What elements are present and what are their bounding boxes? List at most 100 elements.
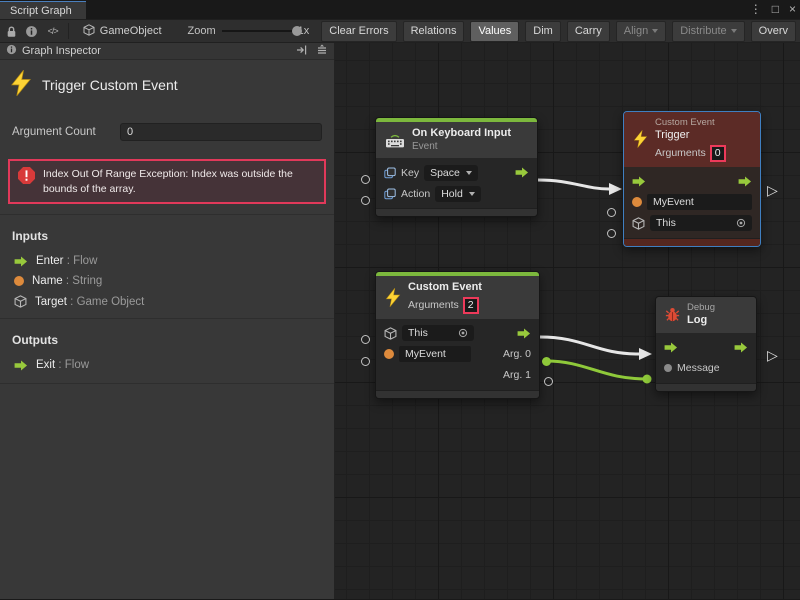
node-footer[interactable]	[624, 238, 760, 246]
flow-output-port[interactable]	[515, 167, 529, 178]
node-footer[interactable]	[376, 208, 537, 216]
section-divider	[0, 383, 334, 384]
flow-input-port[interactable]	[632, 176, 646, 187]
align-label: Align	[624, 25, 648, 37]
node-body: Key Space Action Hold	[376, 158, 537, 208]
graph-toolbar: </> GameObject Zoom 1x Clear Errors Rela…	[0, 19, 800, 43]
relations-button[interactable]: Relations	[403, 21, 465, 42]
code-icon[interactable]: </>	[45, 22, 60, 40]
distribute-button[interactable]: Distribute	[672, 21, 744, 42]
menu-icon[interactable]: ⋮	[750, 1, 762, 17]
port-connected[interactable]	[542, 357, 551, 366]
node-footer[interactable]	[376, 390, 539, 398]
port-row-enter: Enter : Flow	[0, 251, 334, 271]
node-header: Custom Event Trigger Arguments 0	[624, 112, 760, 167]
options-icon[interactable]	[316, 44, 328, 59]
caret-down-icon	[652, 29, 658, 33]
argument-count-field[interactable]: 0	[710, 145, 726, 162]
port[interactable]	[361, 357, 370, 366]
relation-arrow-icon: ▷	[767, 347, 778, 364]
node-custom-event[interactable]: Custom Event Arguments 2 This	[375, 271, 540, 399]
close-icon[interactable]: ×	[789, 1, 796, 17]
node-header: Custom Event Arguments 2	[376, 276, 539, 319]
overview-button[interactable]: Overv	[751, 21, 796, 42]
dock-icon[interactable]	[296, 44, 308, 59]
port-row-name: Name : String	[0, 271, 334, 291]
node-trigger-custom-event[interactable]: Custom Event Trigger Arguments 0	[623, 111, 761, 247]
cube-icon	[83, 24, 95, 39]
string-port-icon	[632, 197, 642, 207]
lightning-bolt-icon	[385, 288, 401, 307]
node-category: Custom Event	[655, 117, 726, 129]
maximize-icon[interactable]: □	[772, 1, 779, 17]
zoom-slider-thumb[interactable]	[292, 26, 302, 36]
inputs-header: Inputs	[0, 214, 334, 251]
outputs-header: Outputs	[0, 318, 334, 355]
port[interactable]	[361, 175, 370, 184]
lightning-bolt-icon	[633, 130, 648, 148]
zoom-label: Zoom	[188, 25, 216, 37]
argument-count-field[interactable]: 2	[463, 297, 479, 314]
gameobject-label: GameObject	[100, 25, 162, 37]
values-button[interactable]: Values	[470, 21, 519, 42]
node-debug-log[interactable]: Debug Log Message	[655, 296, 757, 392]
action-label: Action	[401, 188, 430, 200]
graph-inspector-panel: Graph Inspector Trigger Custom Event Arg…	[0, 43, 335, 599]
node-on-keyboard-input[interactable]: On Keyboard Input Event Key Space	[375, 117, 538, 217]
node-footer[interactable]	[656, 383, 756, 391]
unit-title-row: Trigger Custom Event	[0, 60, 334, 111]
port[interactable]	[544, 377, 553, 386]
gameobject-port-icon	[14, 295, 27, 308]
dim-button[interactable]: Dim	[525, 21, 561, 42]
key-dropdown[interactable]: Space	[424, 165, 478, 181]
node-body: Message	[656, 333, 756, 383]
info-icon[interactable]	[25, 22, 40, 40]
node-title: Trigger	[655, 129, 726, 143]
node-category: Debug	[687, 302, 715, 314]
caret-down-icon	[731, 29, 737, 33]
object-picker-icon[interactable]	[736, 218, 746, 228]
align-button[interactable]: Align	[616, 21, 666, 42]
lock-icon[interactable]	[4, 22, 19, 40]
argument-count-row: Argument Count	[0, 111, 334, 145]
event-name-field[interactable]: MyEvent	[399, 346, 471, 362]
info-icon	[6, 44, 17, 58]
gameobject-button[interactable]: GameObject	[77, 22, 168, 41]
action-value: Hold	[441, 188, 463, 200]
target-dropdown[interactable]: This	[402, 325, 474, 341]
toolbar-divider	[68, 23, 69, 39]
unit-title: Trigger Custom Event	[42, 77, 178, 93]
clear-errors-button[interactable]: Clear Errors	[321, 21, 396, 42]
error-message-text: Index Out Of Range Exception: Index was …	[43, 167, 316, 196]
port[interactable]	[361, 335, 370, 344]
zoom-slider[interactable]	[222, 24, 292, 38]
event-name-field[interactable]: MyEvent	[647, 194, 752, 210]
port[interactable]	[607, 229, 616, 238]
flow-output-port[interactable]	[517, 328, 531, 339]
port-row-target: Target : Game Object	[0, 291, 334, 312]
node-title: On Keyboard Input	[412, 127, 511, 141]
graph-canvas[interactable]: On Keyboard Input Event Key Space	[335, 43, 800, 599]
flow-input-port[interactable]	[664, 342, 678, 353]
caret-down-icon	[469, 192, 475, 196]
lightning-bolt-icon	[10, 70, 32, 99]
relation-arrow-icon: ▷	[767, 182, 778, 199]
string-port-icon	[384, 349, 394, 359]
key-value: Space	[430, 167, 460, 179]
carry-button[interactable]: Carry	[567, 21, 610, 42]
object-picker-icon[interactable]	[458, 328, 468, 338]
port[interactable]	[361, 196, 370, 205]
flow-output-port[interactable]	[738, 176, 752, 187]
arguments-label: Arguments	[408, 299, 459, 312]
action-dropdown[interactable]: Hold	[435, 186, 481, 202]
key-icon	[384, 167, 396, 179]
argument-count-input[interactable]	[120, 123, 322, 141]
zoom-slider-track	[222, 30, 292, 32]
port[interactable]	[607, 208, 616, 217]
flow-output-port[interactable]	[734, 342, 748, 353]
target-dropdown[interactable]: This	[650, 215, 752, 231]
keyboard-icon	[385, 133, 405, 148]
gameobject-port-icon	[384, 327, 397, 340]
tab-script-graph[interactable]: Script Graph	[0, 1, 86, 19]
arg0-label: Arg. 0	[503, 348, 531, 360]
